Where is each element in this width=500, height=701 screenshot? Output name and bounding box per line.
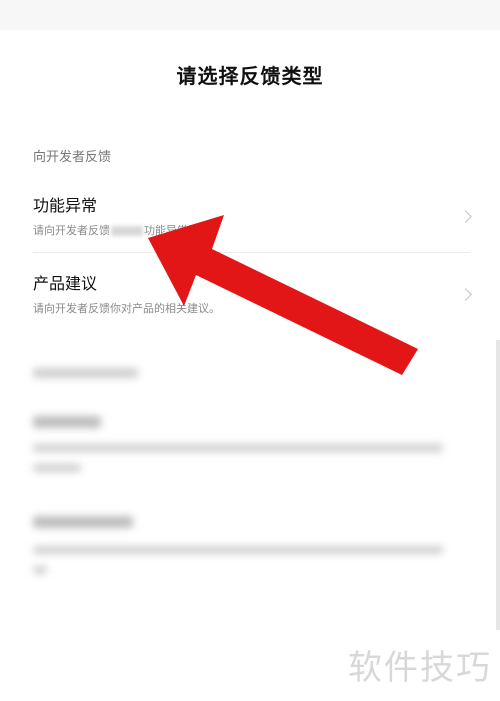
- watermark: 软件技巧: [348, 648, 492, 688]
- feedback-type-page: 请选择反馈类型 向开发者反馈 功能异常 请向开发者反馈功能异常问题。 产品建议 …: [0, 0, 500, 701]
- red-arrow-icon: [148, 215, 418, 375]
